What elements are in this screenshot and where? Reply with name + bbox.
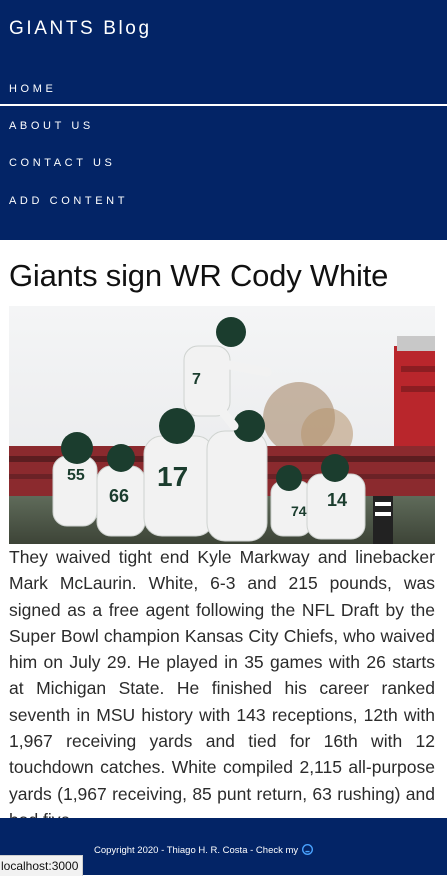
svg-text:17: 17 [157, 461, 188, 492]
site-brand[interactable]: GIANTS Blog [9, 18, 152, 40]
svg-text:7: 7 [192, 371, 201, 388]
browser-status-url: localhost:3000 [0, 855, 84, 876]
svg-text:55: 55 [67, 467, 85, 484]
footer-copyright: Copyright 2020 - Thiago H. R. Costa - Ch… [94, 844, 313, 858]
nav-home-link[interactable]: HOME [9, 83, 56, 95]
nav-add-content-link[interactable]: ADD CONTENT [9, 195, 128, 207]
nav-divider [0, 104, 447, 106]
article-title: Giants sign WR Cody White [9, 258, 389, 293]
article-body: They waived tight end Kyle Markway and l… [9, 547, 435, 830]
footer-copyright-text: Copyright 2020 - Thiago H. R. Costa - Ch… [94, 845, 299, 856]
svg-text:66: 66 [109, 486, 129, 506]
svg-text:74: 74 [291, 503, 307, 519]
nav-contact-link[interactable]: CONTACT US [9, 157, 116, 169]
svg-text:14: 14 [327, 490, 347, 510]
site-header: GIANTS Blog HOME ABOUT US CONTACT US ADD… [0, 0, 447, 240]
article-photo: 55 66 17 74 14 7 [9, 306, 435, 544]
nav-about-link[interactable]: ABOUT US [9, 120, 94, 132]
github-icon[interactable] [301, 844, 313, 858]
